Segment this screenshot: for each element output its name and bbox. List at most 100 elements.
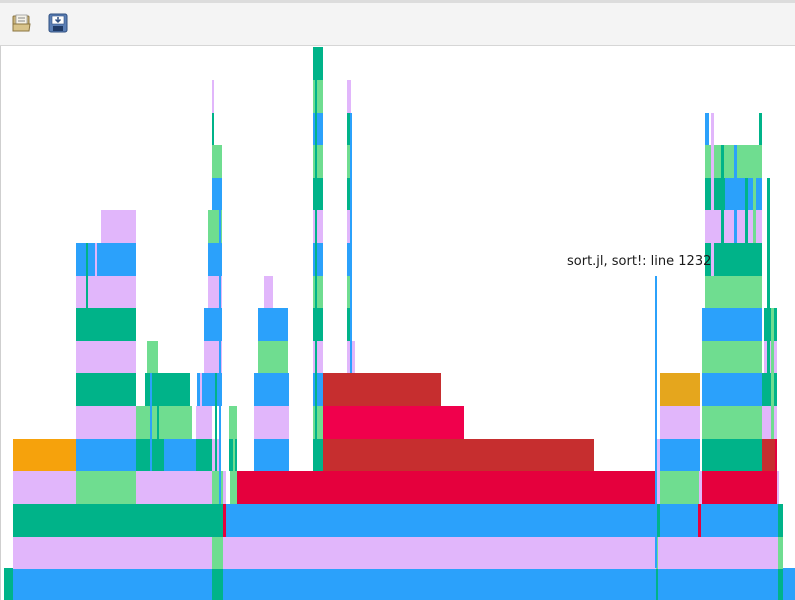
flame-frame[interactable] — [76, 276, 136, 308]
flame-frame[interactable] — [702, 341, 762, 373]
flame-frame[interactable] — [350, 113, 352, 373]
flame-frame[interactable] — [323, 406, 464, 439]
flame-frame[interactable] — [347, 80, 351, 113]
flame-frame[interactable] — [767, 178, 770, 406]
flame-frame[interactable] — [196, 406, 212, 439]
flame-frame[interactable] — [783, 568, 795, 600]
flame-frame[interactable] — [212, 178, 222, 210]
flame-frame[interactable] — [762, 406, 777, 439]
flame-frame[interactable] — [13, 537, 212, 569]
flame-frame[interactable] — [660, 439, 700, 471]
flame-frame[interactable] — [237, 471, 313, 504]
flame-frame[interactable] — [13, 471, 76, 504]
flame-frame[interactable] — [76, 471, 136, 504]
flame-frame[interactable] — [223, 471, 226, 504]
flame-frame[interactable] — [13, 504, 212, 537]
flame-frame[interactable] — [721, 145, 724, 243]
flame-frame[interactable] — [660, 373, 700, 406]
flame-frame[interactable] — [212, 80, 214, 113]
flame-frame[interactable] — [254, 373, 289, 406]
flame-frame[interactable] — [702, 373, 762, 406]
flame-frame[interactable] — [136, 471, 212, 504]
flame-frame[interactable] — [76, 243, 136, 276]
flame-frame[interactable] — [212, 504, 223, 537]
flame-frame[interactable] — [164, 406, 192, 439]
flame-frame[interactable] — [655, 276, 657, 568]
flame-frame[interactable] — [76, 341, 136, 373]
flame-frame[interactable] — [660, 504, 698, 537]
flame-frame[interactable] — [233, 406, 235, 504]
flame-frame[interactable] — [725, 243, 762, 276]
flame-frame[interactable] — [226, 504, 656, 537]
flame-frame[interactable] — [13, 568, 212, 600]
flame-frame[interactable] — [95, 243, 97, 308]
save-button[interactable] — [45, 12, 71, 38]
flame-frame[interactable] — [313, 47, 323, 80]
flame-frame[interactable] — [725, 276, 762, 308]
flame-frame[interactable] — [705, 243, 725, 276]
flame-frame[interactable] — [212, 471, 223, 504]
flame-frame[interactable] — [157, 373, 159, 471]
flame-frame[interactable] — [660, 406, 700, 439]
folder-open-icon — [11, 13, 33, 37]
flame-frame[interactable] — [254, 439, 289, 471]
flame-frame[interactable] — [323, 439, 594, 471]
flame-frame[interactable] — [701, 504, 778, 537]
flame-frame[interactable] — [705, 276, 725, 308]
flame-graph-canvas[interactable] — [0, 46, 795, 600]
flame-frame[interactable] — [4, 568, 13, 600]
flame-frame[interactable] — [658, 537, 778, 569]
flame-frame[interactable] — [734, 145, 737, 243]
flame-frame[interactable] — [196, 439, 212, 471]
flame-frame[interactable] — [725, 210, 762, 243]
flame-frame[interactable] — [219, 210, 221, 504]
flame-frame[interactable] — [745, 178, 748, 243]
flame-frame[interactable] — [264, 276, 273, 308]
flame-frame[interactable] — [658, 568, 778, 600]
flame-frame[interactable] — [212, 568, 223, 600]
flame-frame[interactable] — [164, 439, 196, 471]
flame-frame[interactable] — [759, 113, 762, 145]
flame-frame[interactable] — [215, 373, 217, 471]
flame-frame[interactable] — [147, 341, 158, 373]
save-export-icon — [47, 12, 69, 38]
flame-frame[interactable] — [778, 537, 783, 569]
flame-frame[interactable] — [778, 504, 783, 537]
flame-frame[interactable] — [254, 406, 289, 439]
flame-frame[interactable] — [315, 80, 317, 471]
flame-frame[interactable] — [313, 471, 656, 504]
flame-frame[interactable] — [775, 439, 777, 471]
flame-frame[interactable] — [771, 308, 774, 439]
flame-frame[interactable] — [725, 178, 762, 210]
flame-frame[interactable] — [753, 145, 756, 243]
flame-frame[interactable] — [223, 537, 656, 569]
flame-frame[interactable] — [212, 537, 223, 569]
flame-frame[interactable] — [777, 471, 779, 504]
flame-frame[interactable] — [212, 113, 214, 145]
flame-frame[interactable] — [200, 373, 202, 439]
flame-frame[interactable] — [76, 308, 136, 341]
flame-frame[interactable] — [76, 406, 136, 439]
open-button[interactable] — [9, 12, 35, 38]
flame-frame[interactable] — [258, 341, 288, 373]
flame-frame[interactable] — [223, 568, 656, 600]
flame-frame[interactable] — [660, 471, 699, 504]
flame-frame[interactable] — [258, 308, 288, 341]
toolbar — [0, 0, 795, 46]
flame-frame[interactable] — [711, 113, 714, 276]
flame-frame[interactable] — [725, 145, 762, 178]
flame-frame[interactable] — [702, 439, 762, 471]
flame-frame[interactable] — [705, 113, 709, 145]
flame-frame[interactable] — [762, 439, 775, 471]
flame-frame[interactable] — [76, 373, 136, 406]
flame-frame[interactable] — [702, 471, 777, 504]
flame-frame[interactable] — [86, 243, 88, 308]
flame-frame[interactable] — [212, 145, 222, 178]
flame-frame[interactable] — [702, 406, 762, 439]
flame-frame[interactable] — [101, 210, 136, 243]
flame-frame[interactable] — [702, 308, 762, 341]
flame-frame[interactable] — [150, 373, 152, 471]
flame-frame[interactable] — [13, 439, 76, 471]
flame-frame[interactable] — [76, 439, 136, 471]
flame-frame[interactable] — [323, 373, 441, 406]
